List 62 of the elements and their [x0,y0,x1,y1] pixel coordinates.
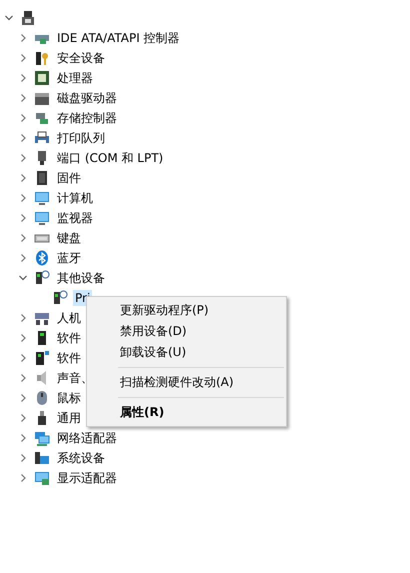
chevron-icon[interactable] [18,253,28,263]
chevron-icon[interactable] [4,13,14,23]
chevron-icon[interactable] [18,233,28,243]
chevron-icon[interactable] [18,373,28,383]
key-icon [34,50,50,66]
network-icon [34,430,50,446]
tree-item[interactable]: 蓝牙 [55,248,83,268]
chevron-icon[interactable] [18,173,28,183]
chevron-icon[interactable] [18,433,28,443]
chevron-icon[interactable] [18,473,28,483]
tree-item[interactable]: 人机 [55,308,83,328]
chevron-icon[interactable] [18,353,28,363]
chevron-icon[interactable] [18,413,28,423]
system-icon [34,450,50,466]
chevron-icon[interactable] [18,313,28,323]
chevron-icon[interactable] [18,33,28,43]
tree-item[interactable]: 系统设备 [55,448,107,468]
chevron-icon[interactable] [18,393,28,403]
unknown-device-icon [34,270,50,286]
tree-item[interactable]: 磁盘驱动器 [55,88,119,108]
menu-item[interactable]: 禁用设备(D) [87,321,286,342]
tree-item[interactable]: IDE ATA/ATAPI 控制器 [55,28,182,48]
device-icon [34,350,50,366]
tree-item[interactable]: 存储控制器 [55,108,119,128]
chevron-icon[interactable] [18,193,28,203]
chevron-icon[interactable] [18,273,28,283]
mouse-icon [34,390,50,406]
chevron-icon[interactable] [18,453,28,463]
tree-item[interactable]: 固件 [55,168,83,188]
monitor-icon [34,190,50,206]
chevron-icon[interactable] [18,333,28,343]
unknown-device-icon [52,290,68,306]
storage-icon [34,110,50,126]
tree-item[interactable]: 监视器 [55,208,95,228]
tree-item[interactable]: 安全设备 [55,48,107,68]
tree-item[interactable]: 显示适配器 [55,468,119,488]
computer-icon [20,10,36,26]
printer-icon [34,130,50,146]
tree-item[interactable]: 软件 [55,328,83,348]
chevron-icon[interactable] [18,133,28,143]
chevron-icon[interactable] [18,53,28,63]
menu-item[interactable]: 扫描检测硬件改动(A) [87,372,286,393]
tree-item[interactable]: 键盘 [55,228,83,248]
tree-item[interactable]: 端口 (COM 和 LPT) [55,148,166,168]
monitor-icon [34,210,50,226]
tree-item[interactable]: 计算机 [55,188,95,208]
tree-item[interactable]: 鼠标 [55,388,83,408]
tree-item[interactable]: 通用 [55,408,83,428]
menu-item[interactable]: 属性(R) [87,402,286,423]
tree-item[interactable]: 网络适配器 [55,428,119,448]
tree-item[interactable]: 处理器 [55,68,95,88]
chevron-icon[interactable] [18,113,28,123]
tree-item[interactable]: 软件 [55,348,83,368]
menu-item[interactable]: 卸载设备(U) [87,342,286,363]
bluetooth-icon [34,250,50,266]
tree-item[interactable]: 其他设备 [55,268,107,288]
chevron-icon[interactable] [18,73,28,83]
chevron-icon[interactable] [18,213,28,223]
chevron-icon[interactable] [18,153,28,163]
display-card-icon [34,470,50,486]
tree-item[interactable]: 打印队列 [55,128,107,148]
chevron-icon[interactable] [18,93,28,103]
